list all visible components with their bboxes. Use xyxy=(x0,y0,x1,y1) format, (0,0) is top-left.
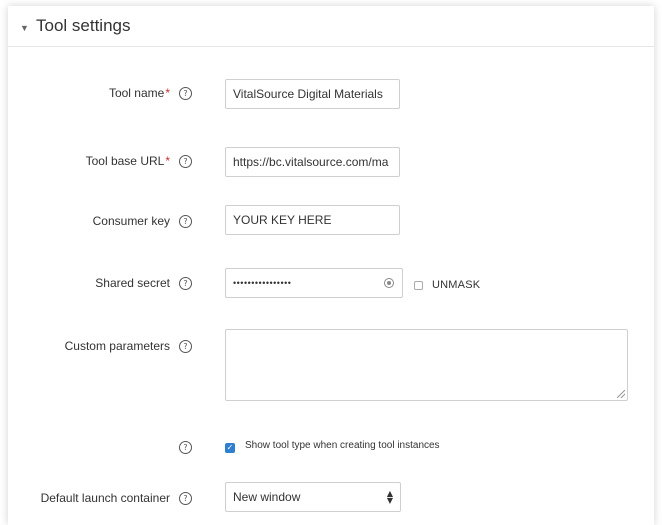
eye-icon[interactable] xyxy=(384,278,394,288)
required-marker: * xyxy=(165,86,170,100)
show-tool-type-help: ? xyxy=(170,441,192,454)
consumer-key-label: Consumer key ? xyxy=(93,214,192,228)
tool-base-url-input[interactable]: https://bc.vitalsource.com/ma xyxy=(225,147,400,177)
shared-secret-label: Shared secret ? xyxy=(95,276,192,290)
shared-secret-input[interactable]: •••••••••••••••• xyxy=(225,268,403,298)
help-icon[interactable]: ? xyxy=(179,339,192,353)
default-launch-container-label: Default launch container ? xyxy=(41,491,192,505)
unmask-label[interactable]: UNMASK xyxy=(432,279,480,291)
consumer-key-input[interactable]: YOUR KEY HERE xyxy=(225,205,400,235)
section-title[interactable]: Tool settings xyxy=(36,16,131,36)
tool-name-label: Tool name * ? xyxy=(109,86,192,100)
help-icon[interactable]: ? xyxy=(179,491,192,505)
section-header[interactable]: ▼ Tool settings xyxy=(8,6,654,47)
show-tool-type-label[interactable]: Show tool type when creating tool instan… xyxy=(245,440,440,451)
custom-parameters-label: Custom parameters ? xyxy=(65,339,192,353)
tool-base-url-label: Tool base URL * ? xyxy=(86,154,192,168)
show-tool-type-checkbox[interactable]: ✓ xyxy=(225,443,235,453)
resize-handle-icon[interactable] xyxy=(617,390,625,398)
select-arrows-icon: ▲ ▼ xyxy=(386,489,393,505)
help-icon[interactable]: ? xyxy=(179,276,192,290)
custom-parameters-textarea[interactable] xyxy=(225,329,628,401)
help-icon[interactable]: ? xyxy=(179,214,192,228)
help-icon[interactable]: ? xyxy=(179,154,192,168)
required-marker: * xyxy=(165,154,170,168)
chevron-down-icon[interactable]: ▼ xyxy=(20,23,29,33)
tool-name-input[interactable]: VitalSource Digital Materials xyxy=(225,79,400,109)
help-icon[interactable]: ? xyxy=(179,86,192,100)
help-icon[interactable]: ? xyxy=(179,441,192,454)
unmask-checkbox[interactable] xyxy=(414,281,423,290)
default-launch-container-select[interactable]: New window ▲ ▼ xyxy=(225,482,401,512)
